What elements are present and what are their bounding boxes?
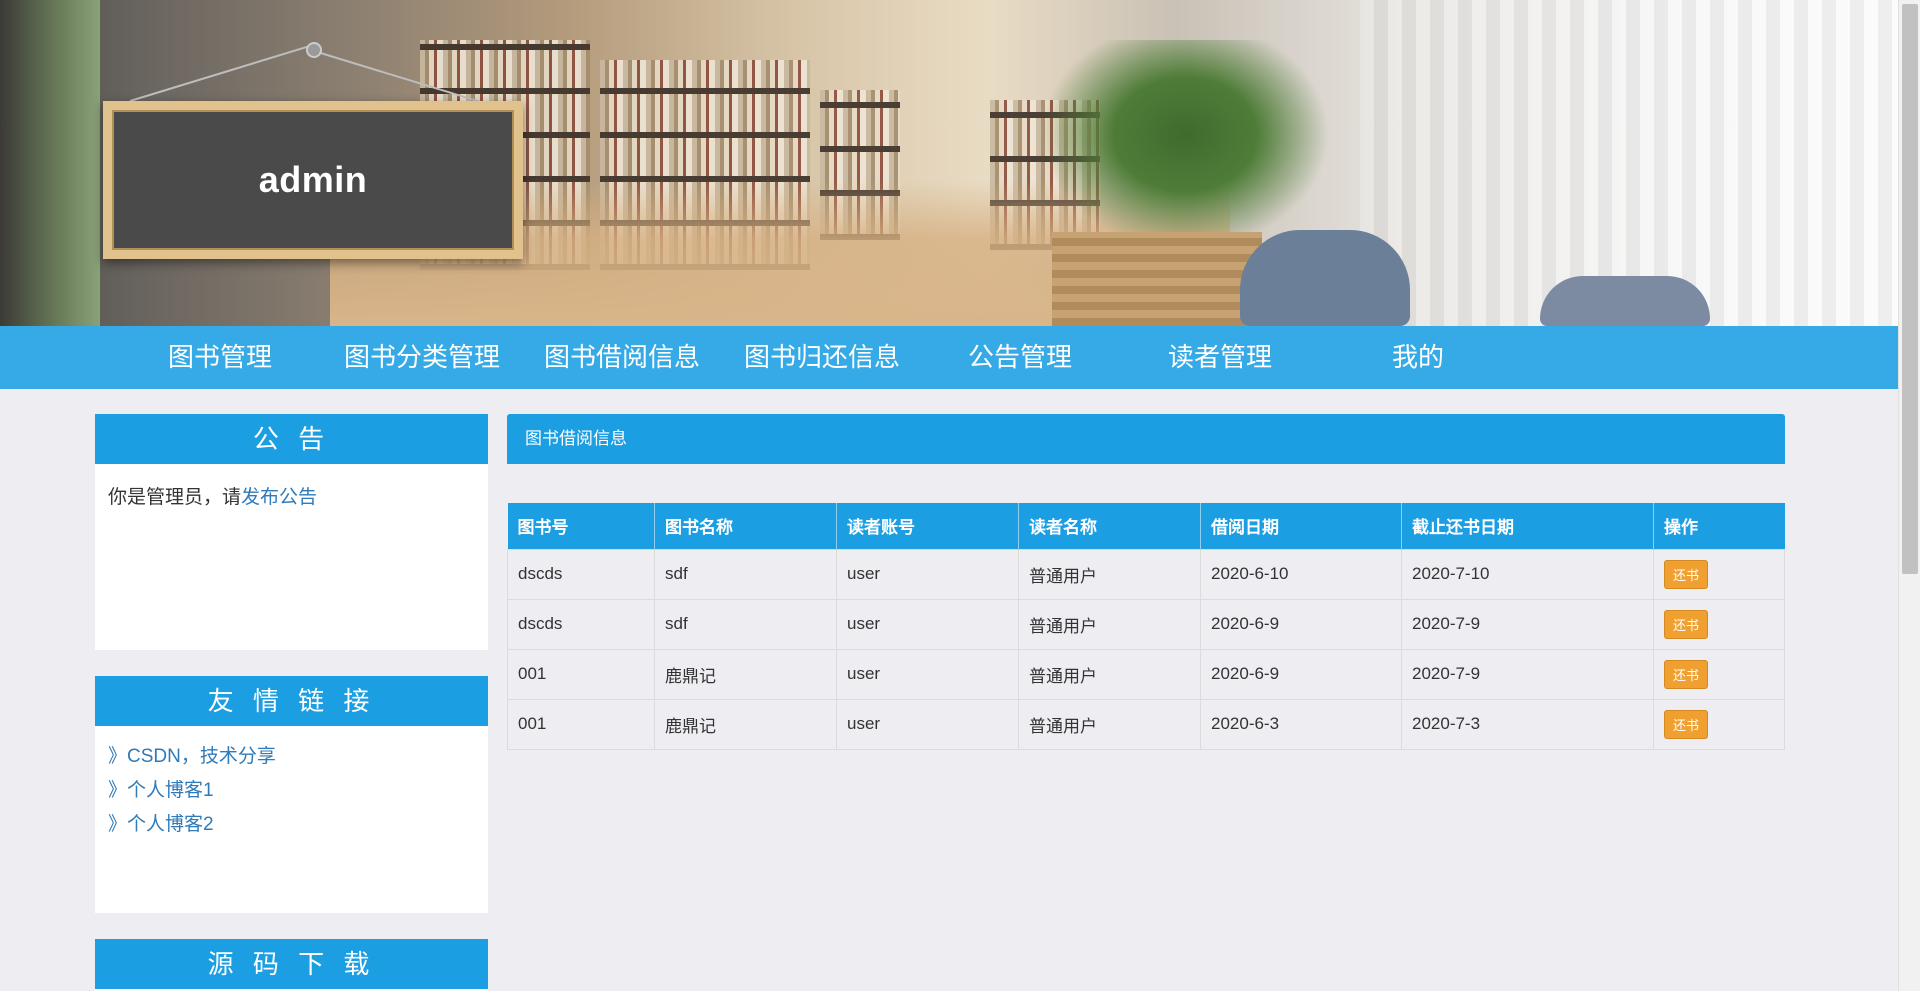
nav-item-return-info[interactable]: 图书归还信息: [744, 326, 900, 389]
banner-wall: [0, 0, 100, 326]
return-book-button[interactable]: 还书: [1664, 659, 1709, 689]
publish-notice-link[interactable]: 发布公告: [241, 487, 317, 508]
source-download-panel: 源 码 下 载: [95, 939, 488, 991]
friend-link-blog-2[interactable]: 》个人博客2: [108, 808, 475, 842]
return-book-button[interactable]: 还书: [1664, 609, 1709, 639]
cell-book-id: 001: [507, 648, 655, 700]
board-pin: [306, 42, 322, 58]
cell-reader-account: user: [836, 548, 1019, 600]
cell-action: 还书: [1653, 648, 1785, 700]
friend-links-title: 友 情 链 接: [95, 676, 488, 726]
cell-reader-account: user: [836, 648, 1019, 700]
board-title: admin: [258, 159, 368, 200]
header-banner: admin: [0, 0, 1898, 326]
cell-due-date: 2020-7-9: [1401, 648, 1654, 700]
column-header-due-date: 截止还书日期: [1401, 503, 1654, 549]
nav-item-notice-management[interactable]: 公告管理: [968, 326, 1072, 389]
friend-link-csdn[interactable]: 》CSDN，技术分享: [108, 740, 475, 774]
cell-due-date: 2020-7-3: [1401, 698, 1654, 750]
cell-due-date: 2020-7-9: [1401, 598, 1654, 650]
cell-reader-name: 普通用户: [1018, 548, 1201, 600]
friend-links-panel: 友 情 链 接 》CSDN，技术分享 》个人博客1 》个人博客2: [95, 676, 488, 913]
column-header-book-name: 图书名称: [654, 503, 837, 549]
notice-panel-title: 公 告: [95, 414, 488, 464]
nav-item-category-management[interactable]: 图书分类管理: [344, 326, 500, 389]
column-header-action: 操作: [1653, 503, 1785, 549]
friend-link-blog-1[interactable]: 》个人博客1: [108, 774, 475, 808]
board-string: [129, 44, 312, 102]
table-header-row: 图书号 图书名称 读者账号 读者名称 借阅日期 截止还书日期 操作: [507, 503, 1785, 549]
cell-book-id: dscds: [507, 598, 655, 650]
cell-reader-name: 普通用户: [1018, 598, 1201, 650]
cell-book-id: 001: [507, 698, 655, 750]
page-scrollbar[interactable]: [1898, 0, 1920, 991]
cell-borrow-date: 2020-6-3: [1200, 698, 1402, 750]
cell-action: 还书: [1653, 598, 1785, 650]
banner-planter: [1052, 232, 1262, 326]
main-nav: 图书管理 图书分类管理 图书借阅信息 图书归还信息 公告管理 读者管理 我的: [0, 326, 1898, 389]
cell-reader-name: 普通用户: [1018, 698, 1201, 750]
friend-links-body: 》CSDN，技术分享 》个人博客1 》个人博客2: [95, 726, 488, 860]
column-header-borrow-date: 借阅日期: [1200, 503, 1402, 549]
cell-reader-name: 普通用户: [1018, 648, 1201, 700]
banner-plant: [1040, 40, 1330, 250]
notice-panel-body: 你是管理员，请发布公告: [95, 464, 488, 527]
cell-book-name: 鹿鼎记: [654, 698, 837, 750]
table-row: 001 鹿鼎记 user 普通用户 2020-6-3 2020-7-3 还书: [507, 698, 1785, 750]
cell-borrow-date: 2020-6-10: [1200, 548, 1402, 600]
return-book-button[interactable]: 还书: [1664, 709, 1709, 739]
scrollbar-thumb[interactable]: [1902, 4, 1918, 574]
column-header-reader-account: 读者账号: [836, 503, 1019, 549]
cell-reader-account: user: [836, 698, 1019, 750]
cell-book-id: dscds: [507, 548, 655, 600]
nav-item-reader-management[interactable]: 读者管理: [1168, 326, 1272, 389]
cell-reader-account: user: [836, 598, 1019, 650]
table-row: 001 鹿鼎记 user 普通用户 2020-6-9 2020-7-9 还书: [507, 648, 1785, 700]
notice-text: 你是管理员，请: [108, 487, 242, 508]
user-board: admin: [103, 101, 523, 259]
cell-borrow-date: 2020-6-9: [1200, 598, 1402, 650]
nav-item-book-management[interactable]: 图书管理: [168, 326, 272, 389]
return-book-button[interactable]: 还书: [1664, 559, 1709, 589]
cell-action: 还书: [1653, 698, 1785, 750]
table-row: dscds sdf user 普通用户 2020-6-10 2020-7-10 …: [507, 548, 1785, 600]
borrow-table: 图书号 图书名称 读者账号 读者名称 借阅日期 截止还书日期 操作 dscds …: [507, 503, 1785, 750]
banner-chair: [1540, 276, 1710, 326]
column-header-reader-name: 读者名称: [1018, 503, 1201, 549]
nav-item-mine[interactable]: 我的: [1392, 326, 1444, 389]
cell-book-name: sdf: [654, 598, 837, 650]
table-row: dscds sdf user 普通用户 2020-6-9 2020-7-9 还书: [507, 598, 1785, 650]
page-title: 图书借阅信息: [507, 414, 1785, 464]
cell-book-name: sdf: [654, 548, 837, 600]
notice-panel: 公 告 你是管理员，请发布公告: [95, 414, 488, 650]
cell-borrow-date: 2020-6-9: [1200, 648, 1402, 700]
cell-book-name: 鹿鼎记: [654, 648, 837, 700]
column-header-book-id: 图书号: [507, 503, 655, 549]
cell-action: 还书: [1653, 548, 1785, 600]
cell-due-date: 2020-7-10: [1401, 548, 1654, 600]
source-download-title: 源 码 下 载: [95, 939, 488, 989]
banner-chair: [1240, 230, 1410, 326]
nav-item-borrow-info[interactable]: 图书借阅信息: [544, 326, 700, 389]
